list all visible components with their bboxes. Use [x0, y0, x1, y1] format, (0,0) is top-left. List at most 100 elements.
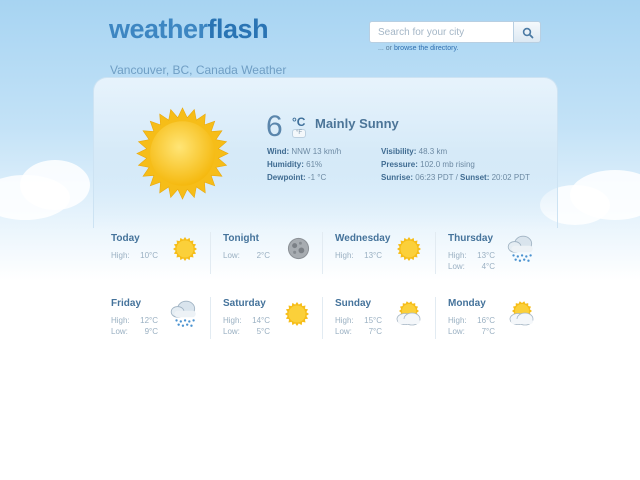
forecast-temp-row: Low: 4°C — [448, 262, 495, 271]
logo-flash-text: flash — [207, 14, 269, 44]
visibility-label: Visibility: — [381, 147, 417, 156]
wind-detail: Wind: NNW 13 km/h — [267, 147, 341, 156]
forecast-day-name: Monday — [448, 298, 486, 309]
sunrise-sunset-detail: Sunrise: 06:23 PDT / Sunset: 20:02 PDT — [381, 173, 530, 182]
search-input[interactable] — [369, 21, 513, 43]
search-bar — [369, 21, 541, 43]
forecast-temp-row: High: 10°C — [111, 251, 158, 260]
forecast-day-name: Saturday — [223, 298, 266, 309]
dewpoint-detail: Dewpoint: -1 °C — [267, 173, 326, 182]
forecast-temp-value: 13°C — [364, 251, 382, 260]
forecast-temp-row: Low: 7°C — [335, 327, 382, 336]
forecast-day-name: Thursday — [448, 233, 494, 244]
page-title: Vancouver, BC, Canada Weather — [110, 63, 287, 77]
logo-weather-text: weather — [109, 14, 208, 44]
forecast-day[interactable]: Friday High: 12°C Low: 9°C — [111, 298, 221, 348]
forecast-day[interactable]: Thursday High: 13°C Low: 4°C — [448, 233, 558, 283]
humidity-value: 61% — [306, 160, 323, 169]
forecast-temp-value: 15°C — [364, 316, 382, 325]
forecast-day[interactable]: Today High: 10°C — [111, 233, 221, 283]
sunrise-label: Sunrise: — [381, 173, 414, 182]
search-button[interactable] — [513, 21, 541, 43]
forecast-temp-value: 7°C — [368, 327, 382, 336]
snow-cloud-icon — [168, 298, 200, 335]
dewpoint-value: -1 °C — [307, 173, 327, 182]
forecast-temp-label: High: — [335, 316, 354, 325]
fahrenheit-toggle[interactable]: °F — [292, 129, 306, 138]
visibility-value: 48.3 km — [418, 147, 448, 156]
directory-prefix: ... or — [378, 45, 394, 52]
dewpoint-label: Dewpoint: — [267, 173, 306, 182]
snow-cloud-icon — [505, 233, 537, 270]
forecast-temp-label: High: — [111, 251, 130, 260]
forecast-temp-value: 9°C — [144, 327, 158, 336]
forecast-day[interactable]: Monday High: 16°C Low: 7°C — [448, 298, 558, 348]
search-icon — [522, 27, 534, 39]
pressure-value: 102.0 mb rising — [420, 160, 475, 169]
forecast-temp-label: Low: — [448, 327, 465, 336]
humidity-detail: Humidity: 61% — [267, 160, 322, 169]
forecast-day-name: Sunday — [335, 298, 372, 309]
browse-directory-link[interactable]: browse the directory. — [394, 45, 458, 52]
sun-icon — [284, 301, 310, 332]
moon-icon — [286, 236, 311, 266]
forecast-temp-label: High: — [448, 251, 467, 260]
forecast-temp-row: Low: 2°C — [223, 251, 270, 260]
site-logo[interactable]: weatherflash — [109, 14, 269, 45]
forecast-temp-value: 2°C — [256, 251, 270, 260]
forecast-temp-label: High: — [223, 316, 242, 325]
forecast-temp-value: 16°C — [477, 316, 495, 325]
forecast-temp-label: Low: — [223, 251, 240, 260]
forecast-temp-row: Low: 7°C — [448, 327, 495, 336]
current-condition: Mainly Sunny — [315, 116, 399, 131]
pressure-label: Pressure: — [381, 160, 418, 169]
forecast-temp-label: Low: — [335, 327, 352, 336]
sun-icon — [396, 236, 422, 267]
forecast-temp-value: 14°C — [252, 316, 270, 325]
forecast-temp-label: Low: — [448, 262, 465, 271]
forecast-temp-row: High: 12°C — [111, 316, 158, 325]
wind-value: NNW 13 km/h — [291, 147, 342, 156]
cloud-decoration — [20, 160, 90, 210]
sun-icon — [136, 107, 229, 200]
forecast-temp-value: 5°C — [256, 327, 270, 336]
forecast-temp-label: High: — [111, 316, 130, 325]
forecast-temp-row: High: 15°C — [335, 316, 382, 325]
forecast-day-name: Tonight — [223, 233, 259, 244]
forecast-temp-label: Low: — [111, 327, 128, 336]
forecast-temp-row: High: 16°C — [448, 316, 495, 325]
sunrise-value: 06:23 PDT / — [415, 173, 458, 182]
forecast-day[interactable]: Sunday High: 15°C Low: 7°C — [335, 298, 445, 348]
forecast-day[interactable]: Saturday High: 14°C Low: 5°C — [223, 298, 333, 348]
sunset-label: Sunset: — [460, 173, 490, 182]
humidity-label: Humidity: — [267, 160, 304, 169]
forecast-temp-label: Low: — [223, 327, 240, 336]
visibility-detail: Visibility: 48.3 km — [381, 147, 447, 156]
forecast-temp-row: High: 13°C — [448, 251, 495, 260]
pressure-detail: Pressure: 102.0 mb rising — [381, 160, 475, 169]
forecast-temp-value: 10°C — [140, 251, 158, 260]
forecast-temp-label: High: — [448, 316, 467, 325]
wind-label: Wind: — [267, 147, 290, 156]
directory-line: ... or browse the directory. — [378, 45, 458, 52]
forecast-day-name: Friday — [111, 298, 142, 309]
forecast-day[interactable]: Wednesday High: 13°C — [335, 233, 445, 283]
forecast-day-name: Wednesday — [335, 233, 391, 244]
forecast-temp-value: 4°C — [481, 262, 495, 271]
forecast-temp-row: High: 14°C — [223, 316, 270, 325]
celsius-unit: °C — [292, 115, 306, 129]
sun-cloud-icon — [392, 299, 424, 336]
sun-icon — [172, 236, 198, 267]
forecast-temp-row: Low: 5°C — [223, 327, 270, 336]
forecast-temp-value: 13°C — [477, 251, 495, 260]
forecast-temp-value: 7°C — [481, 327, 495, 336]
forecast-temp-value: 12°C — [140, 316, 158, 325]
forecast-day-name: Today — [111, 233, 140, 244]
sunset-value: 20:02 PDT — [491, 173, 530, 182]
forecast-temp-label: High: — [335, 251, 354, 260]
sun-cloud-icon — [505, 299, 537, 336]
forecast-temp-row: High: 13°C — [335, 251, 382, 260]
current-temperature: 6 — [266, 110, 283, 143]
forecast-temp-row: Low: 9°C — [111, 327, 158, 336]
forecast-day[interactable]: Tonight Low: 2°C — [223, 233, 333, 283]
